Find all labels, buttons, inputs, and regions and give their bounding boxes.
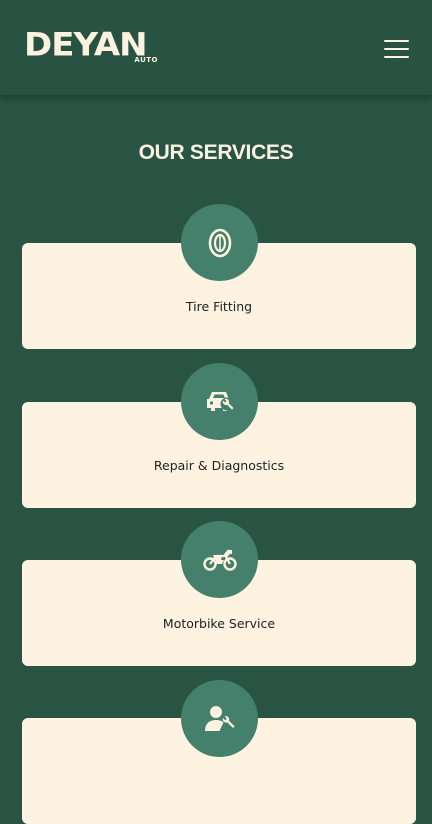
site-header: DEYAN AUTO (0, 0, 432, 95)
logo-text: DEYAN (24, 26, 148, 64)
logo-subtext: AUTO (134, 56, 158, 64)
menu-bar (384, 40, 409, 42)
tire-icon (181, 204, 258, 281)
service-label: Motorbike Service (162, 616, 276, 631)
section-title: OUR SERVICES (138, 141, 294, 164)
menu-bar (384, 56, 409, 58)
service-label: Tire Fitting (185, 299, 253, 314)
hamburger-menu-icon[interactable] (383, 38, 411, 60)
mechanic-icon (181, 680, 258, 757)
menu-bar (384, 48, 409, 50)
car-repair-icon (181, 363, 258, 440)
service-label: Repair & Diagnostics (153, 458, 285, 473)
logo[interactable]: DEYAN AUTO (24, 26, 160, 69)
motorbike-icon (181, 521, 258, 598)
